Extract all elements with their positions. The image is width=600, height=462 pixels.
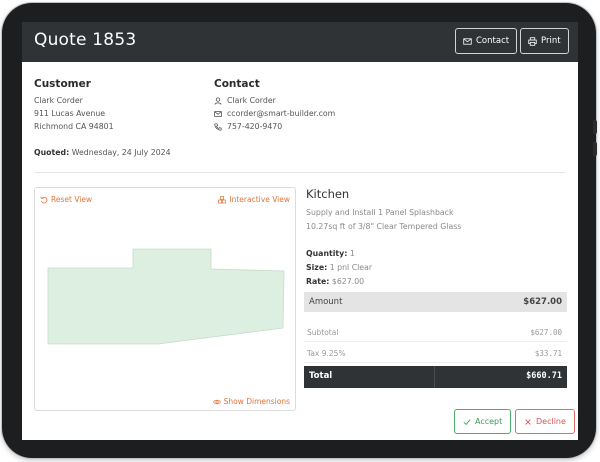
phone-icon bbox=[214, 122, 222, 131]
quoted-date: Wednesday, 24 July 2024 bbox=[71, 148, 171, 157]
accept-button[interactable]: Accept bbox=[454, 409, 512, 434]
envelope-icon bbox=[463, 37, 472, 45]
quantity-value: 1 bbox=[349, 249, 355, 258]
page-title: Quote 1853 bbox=[34, 30, 137, 50]
total-row: Total $660.71 bbox=[304, 366, 567, 388]
quoted-date-line: Quoted: Wednesday, 24 July 2024 bbox=[34, 148, 171, 157]
tax-label: Tax 9.25% bbox=[307, 349, 346, 358]
item-quantity: Quantity: 1 bbox=[306, 249, 355, 258]
item-rate: Rate: $627.00 bbox=[306, 277, 364, 286]
printer-icon bbox=[528, 36, 537, 46]
item-title: Kitchen bbox=[306, 187, 350, 201]
total-value: $660.71 bbox=[526, 371, 562, 381]
subtotal-value: $627.00 bbox=[530, 328, 562, 337]
subtotal-label: Subtotal bbox=[307, 328, 339, 337]
rate-label: Rate: bbox=[306, 277, 330, 286]
customer-address-line1: 911 Lucas Avenue bbox=[34, 109, 106, 118]
header-bar: Quote 1853 Contact Print bbox=[22, 22, 578, 62]
customer-section: Customer Clark Corder 911 Lucas Avenue R… bbox=[34, 78, 114, 133]
quote-screen: Quote 1853 Contact Print Customer Clark … bbox=[22, 22, 578, 440]
show-dimensions-button[interactable]: Show Dimensions bbox=[212, 397, 290, 406]
contact-email-row[interactable]: ccorder@smart-builder.com bbox=[214, 107, 335, 120]
check-icon bbox=[463, 418, 471, 425]
accept-button-label: Accept bbox=[475, 417, 503, 426]
item-description-line1: Supply and Install 1 Panel Splashback bbox=[306, 208, 454, 217]
total-row-separator bbox=[434, 366, 435, 388]
section-divider bbox=[34, 172, 566, 173]
amount-row: Amount $627.00 bbox=[304, 292, 567, 312]
size-label: Size: bbox=[306, 263, 328, 272]
total-label: Total bbox=[309, 371, 333, 381]
contact-name-row: Clark Corder bbox=[214, 94, 335, 107]
envelope-icon bbox=[214, 110, 222, 117]
tax-value: $33.71 bbox=[534, 349, 562, 358]
quantity-label: Quantity: bbox=[306, 249, 348, 258]
decline-button[interactable]: Decline bbox=[515, 409, 575, 434]
contact-button-label: Contact bbox=[476, 36, 510, 46]
contact-phone-row[interactable]: 757-420-9470 bbox=[214, 120, 335, 133]
contact-section: Contact Clark Corder ccorder@smart-build… bbox=[214, 78, 335, 133]
tax-row: Tax 9.25% $33.71 bbox=[304, 345, 567, 363]
contact-email[interactable]: ccorder@smart-builder.com bbox=[227, 107, 335, 120]
customer-name: Clark Corder bbox=[34, 96, 83, 105]
print-button-label: Print bbox=[541, 36, 561, 46]
subtotal-row: Subtotal $627.00 bbox=[304, 324, 567, 342]
item-description: Supply and Install 1 Panel Splashback 10… bbox=[306, 206, 461, 234]
contact-name: Clark Corder bbox=[227, 96, 276, 105]
contact-button[interactable]: Contact bbox=[455, 28, 518, 54]
shape-viewer[interactable]: Reset View Interactive View Show Dimensi… bbox=[34, 187, 296, 411]
contact-phone[interactable]: 757-420-9470 bbox=[227, 120, 282, 133]
size-value: 1 pnl Clear bbox=[329, 263, 373, 272]
quoted-label: Quoted: bbox=[34, 148, 70, 157]
tablet-side-button bbox=[593, 142, 597, 156]
rate-value: $627.00 bbox=[331, 277, 365, 286]
close-icon bbox=[525, 418, 531, 425]
print-button[interactable]: Print bbox=[520, 28, 569, 54]
user-icon bbox=[214, 96, 222, 105]
contact-heading: Contact bbox=[214, 78, 260, 90]
splashback-panel-shape bbox=[47, 248, 285, 345]
show-dimensions-label: Show Dimensions bbox=[223, 397, 290, 406]
decline-button-label: Decline bbox=[536, 417, 566, 426]
amount-value: $627.00 bbox=[523, 297, 562, 307]
tablet-side-button bbox=[593, 120, 597, 134]
customer-heading: Customer bbox=[34, 78, 91, 90]
item-description-line2: 10.27sq ft of 3/8" Clear Tempered Glass bbox=[306, 222, 462, 231]
amount-label: Amount bbox=[309, 297, 343, 307]
item-size: Size: 1 pnl Clear bbox=[306, 263, 372, 272]
splashback-shape-canvas bbox=[47, 248, 285, 345]
eye-icon bbox=[212, 399, 221, 404]
customer-address-line2: Richmond CA 94801 bbox=[34, 122, 114, 131]
